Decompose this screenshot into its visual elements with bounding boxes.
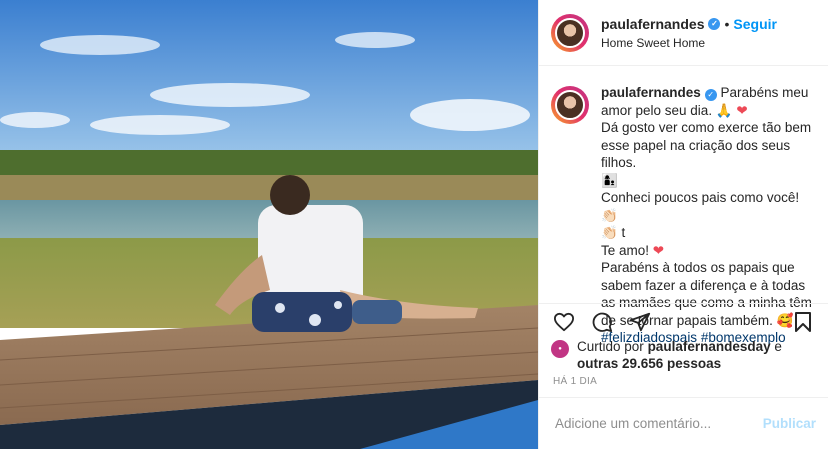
likes-conj: e [774,339,782,354]
username-link[interactable]: paulafernandes [601,16,704,32]
avatar-image [555,17,585,48]
liker-avatar[interactable]: ● [551,340,569,358]
post-timestamp[interactable]: HÁ 1 DIA [553,376,597,387]
avatar[interactable] [551,13,589,52]
verified-icon: ✓ [708,17,721,30]
bookmark-icon[interactable] [790,309,816,335]
avatar-image [555,90,585,120]
caption-line: Dá gosto ver como exerce tão bem esse pa… [601,120,812,170]
caption-line: Te amo! [601,242,650,258]
action-bar [539,303,828,339]
caption-line: Conheci poucos pais como você! 👏🏻 [601,190,800,223]
likes-count-link[interactable]: outras 29.656 pessoas [577,356,721,371]
likes-text: Curtido por paulafernandesday e outras 2… [577,338,816,372]
caption-username[interactable]: paulafernandes [601,85,701,100]
caption: paulafernandes ✓ Parabéns meu amor pelo s… [539,66,828,345]
caption-line: 👩‍👦 [601,172,618,188]
post-photo[interactable] [0,0,538,449]
verified-icon: ✓ [704,89,717,101]
caption-text: paulafernandes ✓ Parabéns meu amor pelo s… [601,84,815,345]
heart-emoji: ❤ [736,102,748,118]
publish-button[interactable]: Publicar [763,416,816,431]
location-link[interactable]: Home Sweet Home [601,36,777,50]
separator-dot: • [724,15,730,32]
header-line: paulafernandes ✓ • Seguir [601,16,777,32]
share-icon[interactable] [627,309,653,335]
caption-line: 👏🏻 t [601,225,626,240]
follow-button[interactable]: Seguir [733,16,777,32]
heart-icon[interactable] [551,309,577,335]
likes-summary: ● Curtido por paulafernandesday e outras… [551,338,816,372]
heart-emoji: ❤ [652,242,665,258]
comment-input[interactable] [553,415,763,432]
comment-box: Publicar [539,397,828,449]
comment-icon[interactable] [589,309,615,335]
liker-username[interactable]: paulafernandesday [648,339,771,354]
likes-prefix: Curtido por [577,339,644,354]
caption-avatar[interactable] [551,86,589,124]
post-sidebar: paulafernandes ✓ • Seguir Home Sweet Hom… [538,0,828,449]
post-header: paulafernandes ✓ • Seguir Home Sweet Hom… [539,0,828,66]
header-text: paulafernandes ✓ • Seguir Home Sweet Hom… [601,16,777,50]
